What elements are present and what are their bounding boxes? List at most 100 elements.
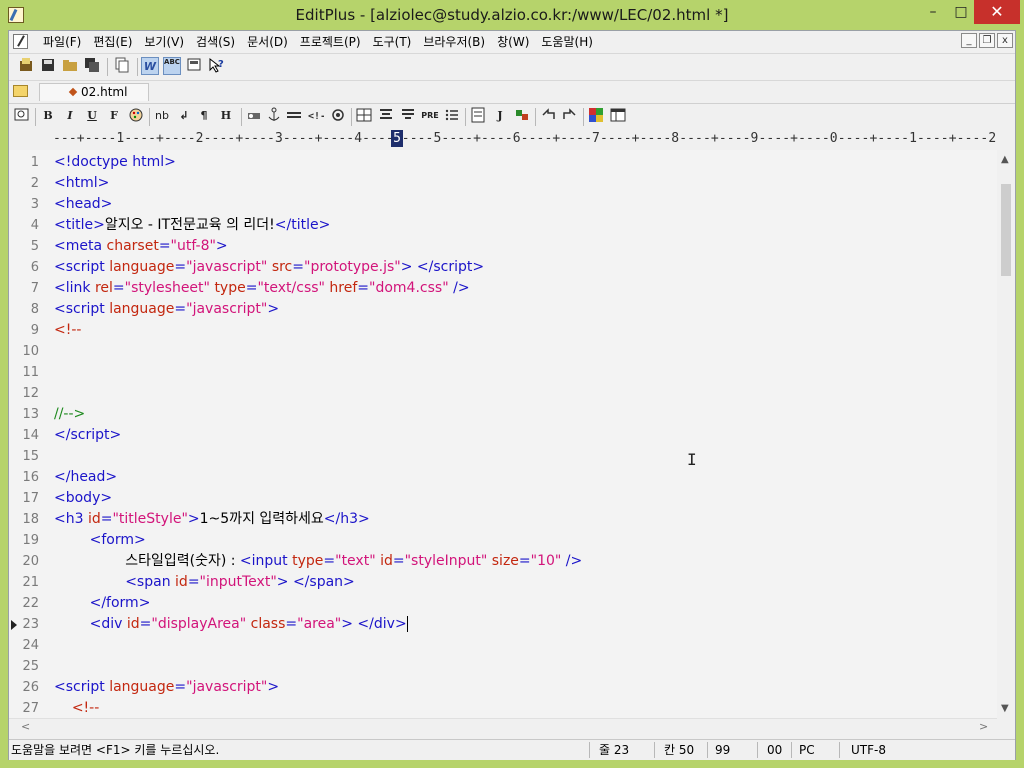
bold-button[interactable]: B [39, 107, 57, 125]
menu-document[interactable]: 문서(D) [241, 34, 294, 50]
vertical-scroll-thumb[interactable] [1001, 184, 1011, 276]
copy-icon[interactable] [113, 57, 131, 75]
html-toolbar: B I U F nb ↲ ¶ H <!- PRE J [9, 104, 1015, 129]
pre-button[interactable]: PRE [421, 107, 439, 125]
align-center-icon[interactable] [377, 107, 395, 125]
status-column: 칸 50 [664, 743, 695, 757]
preview-icon[interactable] [13, 107, 31, 125]
menu-file[interactable]: 파일(F) [37, 34, 87, 50]
title-bar: EditPlus - [alziolec@study.alzio.co.kr:/… [0, 0, 1024, 30]
new-file-icon[interactable] [17, 57, 35, 75]
open-folder-icon[interactable] [61, 57, 79, 75]
code-line: 9 <!-- [30, 322, 82, 338]
scroll-left-icon[interactable]: < [21, 720, 30, 733]
minimize-button[interactable]: – [918, 0, 948, 24]
ruler-ticks: ---+----1----+----2----+----3----+----4-… [53, 131, 997, 146]
code-line: 16 </head> [22, 469, 118, 485]
scroll-right-icon[interactable]: > [979, 720, 988, 733]
menu-window[interactable]: 창(W) [491, 34, 535, 50]
scroll-down-icon[interactable]: ▼ [1001, 703, 1009, 714]
menu-edit[interactable]: 편집(E) [87, 34, 138, 50]
form-icon[interactable] [469, 107, 487, 125]
comment-icon[interactable]: <!- [307, 107, 326, 125]
ruler-toggle[interactable]: ABC [163, 57, 181, 75]
menu-bar: 파일(F) 편집(E) 보기(V) 검색(S) 문서(D) 프로젝트(P) 도구… [9, 31, 1015, 54]
horizontal-rule-icon[interactable] [285, 107, 303, 125]
menu-browser[interactable]: 브라우저(B) [417, 34, 491, 50]
code-line: 20 스타일입력(숫자) : <input type="text" id="st… [22, 553, 583, 569]
color-palette-icon[interactable] [127, 107, 145, 125]
horizontal-scrollbar[interactable]: < > [9, 718, 997, 736]
tab-02-html[interactable]: 02.html [39, 83, 149, 101]
code-line: 5 <meta charset="utf-8"> [30, 238, 228, 254]
anchor-icon[interactable] [265, 107, 283, 125]
paragraph-button[interactable]: ¶ [195, 107, 213, 125]
color-picker-icon[interactable] [587, 107, 605, 125]
image-icon[interactable] [329, 107, 347, 125]
menu-tools[interactable]: 도구(T) [367, 34, 418, 50]
underline-button[interactable]: U [83, 107, 101, 125]
nbsp-button[interactable]: nb [153, 107, 171, 125]
window-layout-icon[interactable] [609, 107, 627, 125]
svg-text:<!-: <!- [308, 111, 324, 122]
context-help-icon[interactable]: ? [207, 57, 225, 75]
status-field: 00 [767, 743, 783, 757]
scroll-up-icon[interactable]: ▲ [1001, 154, 1009, 165]
code-editor[interactable]: 1 <!doctype html> 2 <html> 3 <head> 4 <title… [9, 150, 997, 718]
mdi-controls: _ ❐ x [961, 33, 1013, 48]
code-line: 12 [22, 386, 39, 401]
word-wrap-toggle[interactable]: W [141, 57, 159, 75]
list-icon[interactable] [443, 107, 461, 125]
code-line: 27 <!-- [22, 700, 100, 716]
code-line: 11 [22, 365, 39, 380]
font-button[interactable]: F [105, 107, 123, 125]
align-justify-icon[interactable] [399, 107, 417, 125]
undo-icon[interactable] [539, 107, 557, 125]
menu-view[interactable]: 보기(V) [138, 34, 190, 50]
redo-icon[interactable] [561, 107, 579, 125]
code-line: 17 <body> [22, 490, 113, 506]
mdi-minimize-button[interactable]: _ [961, 33, 977, 48]
code-line: 7 <link rel="stylesheet" type="text/css" … [30, 280, 470, 296]
code-line: 26 <script language="javascript"> [22, 679, 280, 695]
folder-icon[interactable] [13, 85, 28, 97]
status-encoding: UTF-8 [851, 743, 886, 757]
main-window: 파일(F) 편집(E) 보기(V) 검색(S) 문서(D) 프로젝트(P) 도구… [8, 30, 1016, 760]
plugin-icon[interactable] [513, 107, 531, 125]
code-line: 10 [22, 344, 39, 359]
code-line: 14 </script> [22, 427, 122, 443]
document-menu-icon[interactable] [13, 34, 28, 49]
maximize-button[interactable]: □ [948, 0, 974, 24]
code-line: 22 </form> [22, 595, 151, 611]
menu-search[interactable]: 검색(S) [190, 34, 241, 50]
close-button[interactable]: ✕ [974, 0, 1020, 24]
mouse-ibeam-cursor-icon: I [687, 450, 697, 469]
save-all-icon[interactable] [83, 57, 101, 75]
code-line-current: 23 <div id="displayArea" class="area"> <… [9, 614, 997, 635]
svg-text:?: ? [218, 59, 224, 70]
script-button[interactable]: J [491, 107, 509, 125]
code-line: 3 <head> [30, 196, 113, 212]
code-line: 6 <script language="javascript" src="prot… [30, 259, 485, 275]
code-line: 21 <span id="inputText"> </span> [22, 574, 355, 590]
save-icon[interactable] [39, 57, 57, 75]
heading-button[interactable]: H [217, 107, 235, 125]
menu-project[interactable]: 프로젝트(P) [294, 34, 367, 50]
modified-icon [68, 87, 78, 97]
table-icon[interactable] [355, 107, 373, 125]
anchor-link-icon[interactable] [245, 107, 263, 125]
status-help-text: 도움말을 보려면 <F1> 키를 누르십시오. [11, 743, 220, 757]
italic-button[interactable]: I [61, 107, 79, 125]
window-title: EditPlus - [alziolec@study.alzio.co.kr:/… [295, 6, 729, 24]
mdi-close-button[interactable]: x [997, 33, 1013, 48]
code-line: 24 [22, 638, 39, 653]
mdi-restore-button[interactable]: ❐ [979, 33, 995, 48]
status-bar: 도움말을 보려면 <F1> 키를 누르십시오. 줄 23 칸 50 99 00 … [9, 739, 1015, 760]
status-line: 줄 23 [599, 743, 630, 757]
menu-help[interactable]: 도움말(H) [535, 34, 599, 50]
line-break-button[interactable]: ↲ [175, 107, 193, 125]
code-line: 4 <title>알지오 - IT전문교육 의 리더!</title> [30, 217, 331, 233]
vertical-scrollbar[interactable]: ▲ ▼ [997, 128, 1015, 718]
screen-icon[interactable] [185, 57, 203, 75]
menu-items: 파일(F) 편집(E) 보기(V) 검색(S) 문서(D) 프로젝트(P) 도구… [37, 34, 599, 50]
